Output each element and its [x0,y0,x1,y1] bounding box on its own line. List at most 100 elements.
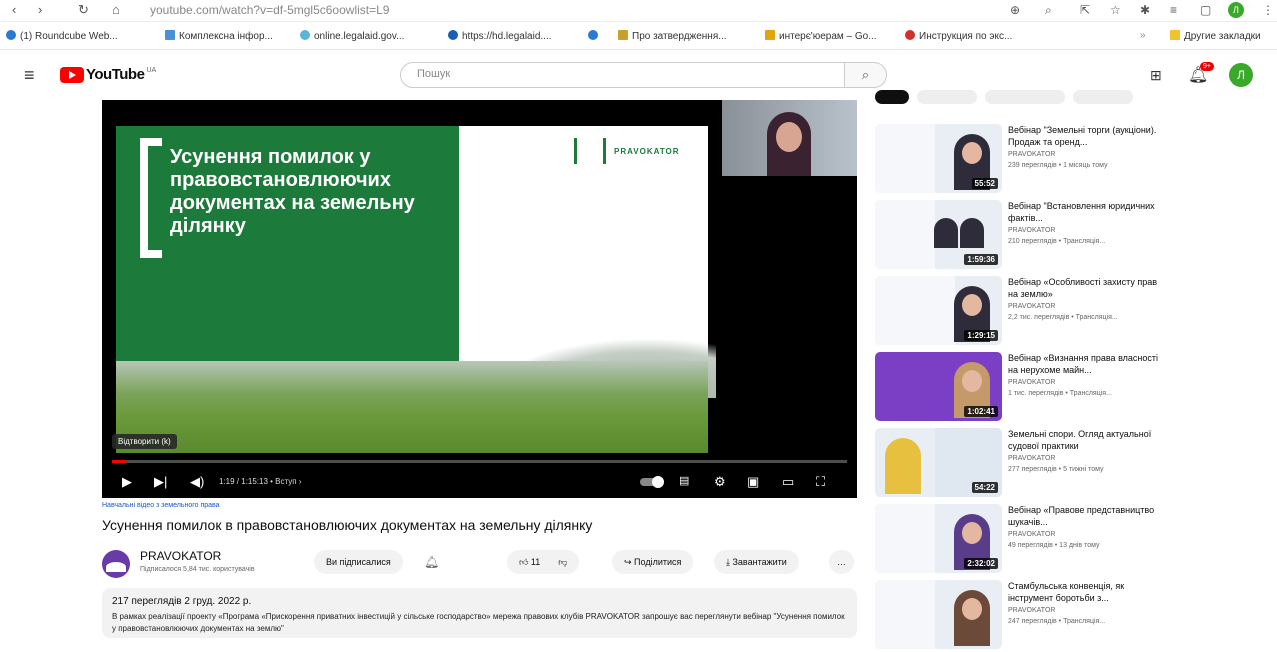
thumb-face [962,142,982,164]
play-icon[interactable]: ▶ [122,474,132,490]
forward-icon[interactable]: › [38,2,42,17]
fullscreen-icon[interactable]: ⛶ [816,474,825,490]
home-icon[interactable]: ⌂ [112,2,120,17]
video-player[interactable]: Усунення помилок у правовстановлюючих до… [102,100,857,498]
recommendation-channel[interactable]: PRAVOKATOR [1008,455,1055,462]
settings-gear-icon[interactable]: ⚙ [714,474,726,490]
globe-icon [448,30,458,40]
more-bookmarks-icon[interactable]: » [1140,30,1146,41]
like-button[interactable]: 👍︎ 11 👎︎ [507,550,580,574]
subtitles-icon[interactable]: ▤ [679,474,689,487]
recommendation-title[interactable]: Вебінар «Визнання права власності на нер… [1008,352,1165,376]
youtube-play-icon [60,66,84,83]
channel-name[interactable]: PRAVOKATOR [140,549,221,563]
more-actions-button[interactable]: … [829,550,854,574]
recommendation-title[interactable]: Вебінар "Земельні торги (аукціони). Прод… [1008,124,1165,148]
puzzle-icon[interactable]: ✱ [1140,3,1150,17]
search-icon: ⌕ [861,67,870,82]
recommendation-channel[interactable]: PRAVOKATOR [1008,531,1055,538]
search-icon[interactable]: ⌕ [1045,3,1052,18]
bookmark-item[interactable]: (1) Roundcube Web... [6,30,118,42]
youtube-header: ≡ YouTube UA Пошук ⌕ ⊞ 🔔︎ 9+ Л [0,55,1277,95]
recommendation-channel[interactable]: PRAVOKATOR [1008,227,1055,234]
duration-badge: 1:59:36 [964,254,998,265]
progress-bar[interactable] [112,460,847,463]
subscriber-count: Підписалося 5,84 тис. користувачів [140,566,255,573]
video-thumbnail[interactable]: 54:22 [875,428,1002,497]
bookmark-label: Комплексна інфор... [179,31,273,42]
notification-bell-icon[interactable]: 🔔︎ [424,555,439,569]
recommendation-meta: 49 переглядів • 13 днів тому [1008,542,1100,549]
subscribed-button[interactable]: Ви підписалися [314,550,403,574]
bookmark-item[interactable]: интерє'юерам – Go... [765,30,877,42]
channel-avatar[interactable] [102,550,130,578]
search-input[interactable]: Пошук [400,62,845,88]
download-button[interactable]: ⤓ Завантажити [714,550,799,574]
playlist-icon[interactable]: ≡ [1170,3,1177,17]
bookmark-item[interactable]: Про затвердження... [618,30,727,42]
theater-mode-icon[interactable]: ▭ [782,474,794,490]
slide-bracket [140,138,162,258]
recommendation-channel[interactable]: PRAVOKATOR [1008,379,1055,386]
share-button[interactable]: ↪ Поділитися [612,550,694,574]
create-video-icon[interactable]: ⊞ [1150,67,1162,84]
profile-icon[interactable]: Л [1228,2,1244,18]
other-bookmarks[interactable]: Другие закладки [1170,30,1261,42]
video-hashtags[interactable]: Навчальні відео з земельного права [102,502,857,509]
bookmark-item[interactable]: Инструкция по экс... [905,30,1012,42]
share-icon[interactable]: ⇱ [1080,3,1090,17]
recommendation-title[interactable]: Земельні спори. Огляд актуальної судової… [1008,428,1165,452]
description-box[interactable]: 217 переглядів 2 груд. 2022 р. В рамках … [102,588,857,638]
avatar[interactable]: Л [1229,63,1253,87]
recommendation-item[interactable]: Стамбульська конвенція, як інструмент бо… [875,580,1165,652]
bookmark-item[interactable] [588,30,602,42]
recommendation-channel[interactable]: PRAVOKATOR [1008,151,1055,158]
recommendation-title[interactable]: Вебінар «Особливості захисту прав на зем… [1008,276,1165,300]
bookmark-item[interactable]: online.legalaid.gov... [300,30,404,42]
video-thumbnail[interactable]: 55:52 [875,124,1002,193]
video-thumbnail[interactable]: 2:32:02 [875,504,1002,573]
video-thumbnail[interactable]: 1:29:15 [875,276,1002,345]
recommendation-title[interactable]: Вебінар «Правове представництво шукачів.… [1008,504,1165,528]
video-thumbnail[interactable] [875,580,1002,649]
recommendation-item[interactable]: 2:32:02 Вебінар «Правове представництво … [875,504,1165,576]
url-field[interactable]: youtube.com/watch?v=df-5mgl5c6oowlist=L9 [150,3,389,17]
drive-icon [765,30,775,40]
recommendation-channel[interactable]: PRAVOKATOR [1008,303,1055,310]
time-display[interactable]: 1:19 / 1:15:13 • Вступ › [219,477,301,486]
recommendation-meta: 1 тис. переглядів • Трансляція... [1008,390,1112,397]
hamburger-menu-icon[interactable]: ≡ [24,65,35,86]
volume-icon[interactable]: ◀) [190,474,204,490]
tab-icon[interactable]: ▢ [1200,3,1211,17]
recommendation-item[interactable]: 1:29:15 Вебінар «Особливості захисту пра… [875,276,1165,348]
video-thumbnail[interactable]: 1:59:36 [875,200,1002,269]
recommendation-title[interactable]: Вебінар "Встановлення юридичних фактів..… [1008,200,1165,224]
search-button[interactable]: ⌕ [845,62,887,88]
video-thumbnail[interactable]: 1:02:41 [875,352,1002,421]
autoplay-toggle[interactable] [640,476,664,488]
reload-icon[interactable]: ↻ [78,2,89,18]
recommendation-item[interactable]: 1:02:41 Вебінар «Визнання права власност… [875,352,1165,424]
webcam-overlay [722,100,857,176]
star-icon[interactable]: ☆ [1110,3,1121,17]
recommendation-item[interactable]: 54:22 Земельні спори. Огляд актуальної с… [875,428,1165,500]
recommendation-item[interactable]: 1:59:36 Вебінар "Встановлення юридичних … [875,200,1165,272]
miniplayer-icon[interactable]: ▣ [747,474,759,490]
back-icon[interactable]: ‹ [12,2,16,17]
recommendation-item[interactable]: 55:52 Вебінар "Земельні торги (аукціони)… [875,124,1165,196]
filter-chip[interactable] [985,90,1065,104]
extension-icon[interactable]: ⊕ [1010,3,1020,17]
filter-chip[interactable] [917,90,977,104]
duration-badge: 1:29:15 [964,330,998,341]
recommendation-title[interactable]: Стамбульська конвенція, як інструмент бо… [1008,580,1165,604]
filter-chip[interactable] [1073,90,1133,104]
filter-chip[interactable] [875,90,909,104]
next-icon[interactable]: ▶| [154,474,167,490]
recommendation-channel[interactable]: PRAVOKATOR [1008,607,1055,614]
recommendation-meta: 210 переглядів • Трансляція... [1008,238,1106,245]
bookmark-item[interactable]: Комплексна інфор... [165,30,273,42]
youtube-logo[interactable]: YouTube UA [60,66,156,83]
menu-icon[interactable]: ⋮ [1262,3,1274,17]
bookmark-item[interactable]: https://hd.legalaid.... [448,30,552,42]
thumb-face [962,370,982,392]
